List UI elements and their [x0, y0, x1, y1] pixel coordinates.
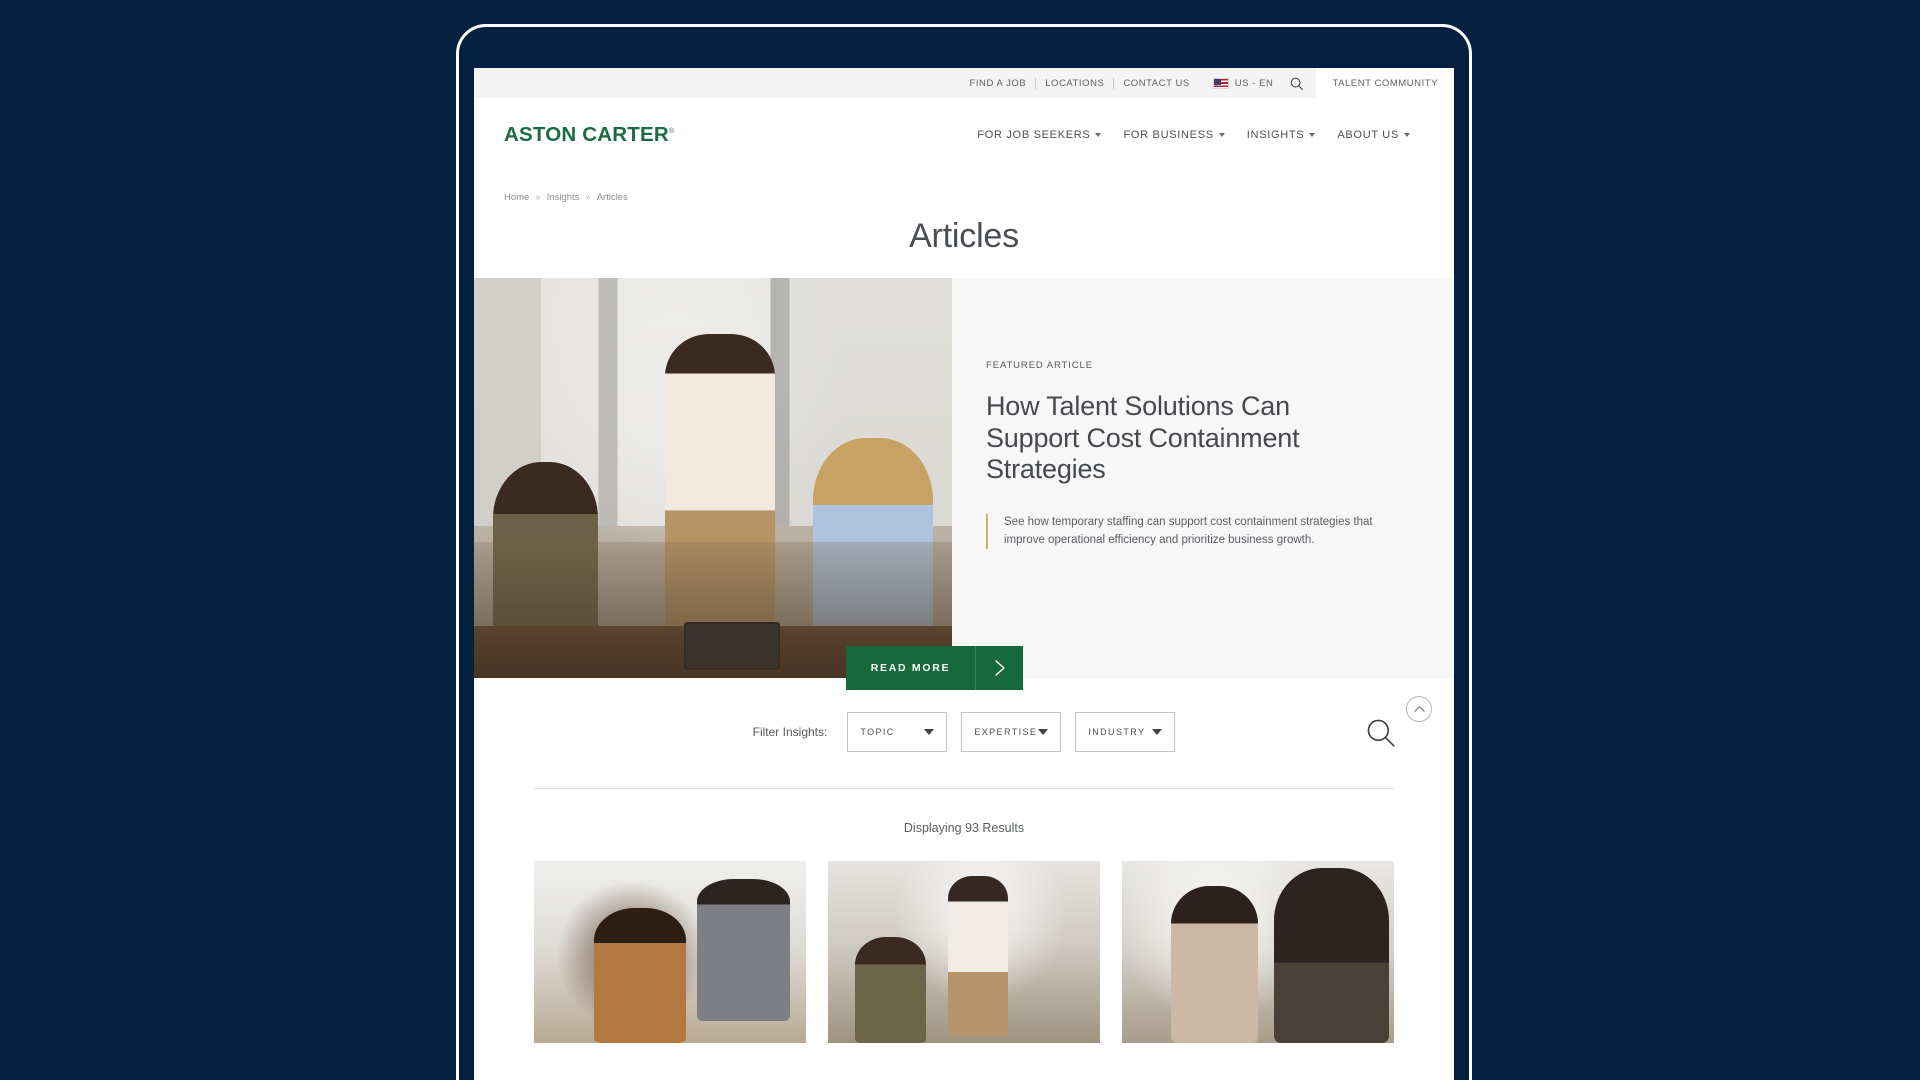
logo-registered-mark: ®: [668, 128, 675, 136]
screenshot-stage: FIND A JOB LOCATIONS CONTACT US US - EN …: [0, 0, 1920, 1080]
filter-select-value: EXPERTISE: [974, 727, 1038, 737]
chevron-down-icon: [1095, 133, 1102, 137]
browser-viewport: FIND A JOB LOCATIONS CONTACT US US - EN …: [474, 68, 1454, 1080]
page-title: Articles: [909, 217, 1019, 255]
filter-label: Filter Insights:: [752, 725, 828, 739]
site-logo[interactable]: ASTON CARTER®: [504, 123, 674, 147]
read-more-label: READ MORE: [870, 662, 951, 674]
filter-search-button[interactable]: [1360, 712, 1402, 754]
utility-search-button[interactable]: [1283, 76, 1316, 91]
breadcrumb-section: Home » Insights » Articles: [474, 172, 1454, 203]
article-card[interactable]: [1122, 861, 1394, 1043]
nav-item-for-job-seekers[interactable]: FOR JOB SEEKERS: [977, 129, 1102, 141]
breadcrumb-item-articles[interactable]: Articles: [597, 192, 628, 203]
main-navigation: FOR JOB SEEKERS FOR BUSINESS INSIGHTS AB…: [977, 129, 1424, 141]
filter-select-expertise[interactable]: EXPERTISE: [961, 712, 1062, 752]
utility-link-find-a-job[interactable]: FIND A JOB: [961, 78, 1036, 89]
filter-select-value: TOPIC: [860, 727, 895, 737]
photo-figure: [493, 462, 599, 678]
utility-links: FIND A JOB LOCATIONS CONTACT US: [961, 77, 1199, 89]
chevron-down-icon: [1152, 729, 1163, 735]
results-count: Displaying 93 Results: [903, 821, 1025, 835]
chevron-down-icon: [1218, 133, 1225, 137]
photo-figure: [665, 334, 776, 638]
photo-figure: [813, 438, 933, 678]
filter-select-value: INDUSTRY: [1088, 727, 1146, 737]
article-card[interactable]: [534, 861, 806, 1043]
chevron-down-icon: [1038, 729, 1049, 735]
chevron-down-icon: [1404, 133, 1410, 137]
nav-item-insights[interactable]: INSIGHTS: [1247, 129, 1316, 141]
chevron-up-icon: [1413, 706, 1425, 712]
chevron-down-icon: [1309, 133, 1316, 137]
scroll-to-top-button[interactable]: [1406, 696, 1432, 722]
featured-article-eyebrow: FEATURED ARTICLE: [986, 360, 1093, 371]
featured-article-description: See how temporary staffing can support c…: [986, 513, 1406, 550]
nav-label: ABOUT US: [1337, 129, 1399, 141]
featured-article-image: [474, 278, 952, 678]
nav-item-about-us[interactable]: ABOUT US: [1337, 129, 1410, 141]
filter-select-industry[interactable]: INDUSTRY: [1075, 712, 1176, 752]
search-icon: [1291, 77, 1304, 90]
filter-select-topic[interactable]: TOPIC: [847, 712, 948, 752]
photo-tablet: [684, 622, 780, 670]
us-flag-icon: [1212, 77, 1229, 89]
breadcrumb-separator: »: [535, 192, 541, 203]
article-card-image: [1122, 861, 1394, 1043]
talent-community-button[interactable]: TALENT COMMUNITY: [1316, 68, 1454, 98]
chevron-down-icon: [924, 729, 935, 735]
utility-link-contact-us[interactable]: CONTACT US: [1114, 78, 1198, 89]
featured-article-hero: FEATURED ARTICLE How Talent Solutions Ca…: [474, 278, 1454, 690]
article-card-image: [828, 861, 1100, 1043]
utility-bar: FIND A JOB LOCATIONS CONTACT US US - EN …: [474, 68, 1454, 98]
filter-bar: Filter Insights: TOPIC EXPERTISE INDUSTR…: [474, 678, 1454, 752]
search-icon: [1367, 719, 1395, 747]
breadcrumb-item-insights[interactable]: Insights: [547, 192, 580, 203]
nav-label: INSIGHTS: [1246, 129, 1305, 141]
logo-text: ASTON CARTER: [504, 123, 669, 146]
article-card-grid: [474, 861, 1454, 1043]
utility-link-locations[interactable]: LOCATIONS: [1036, 78, 1113, 89]
article-card[interactable]: [828, 861, 1100, 1043]
featured-article-text: FEATURED ARTICLE How Talent Solutions Ca…: [952, 278, 1454, 678]
nav-label: FOR BUSINESS: [1123, 129, 1214, 141]
breadcrumb: Home » Insights » Articles: [504, 192, 1424, 203]
locale-selector[interactable]: US - EN: [1199, 77, 1284, 89]
office-meeting-photo: [474, 278, 952, 678]
nav-label: FOR JOB SEEKERS: [977, 129, 1091, 141]
article-card-image: [534, 861, 806, 1043]
site-header: ASTON CARTER® FOR JOB SEEKERS FOR BUSINE…: [474, 98, 1454, 172]
featured-article-headline[interactable]: How Talent Solutions Can Support Cost Co…: [986, 391, 1366, 486]
breadcrumb-separator: »: [585, 192, 591, 203]
nav-item-for-business[interactable]: FOR BUSINESS: [1123, 129, 1225, 141]
locale-label: US - EN: [1234, 77, 1274, 89]
breadcrumb-item-home[interactable]: Home: [504, 192, 529, 203]
